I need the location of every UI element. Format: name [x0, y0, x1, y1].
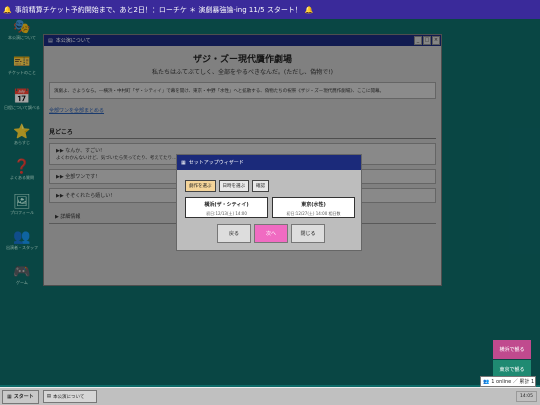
venue-options: 横浜(ザ・シティイ) 初日:12/13(土) 14:00 東京(水性) 初日:1…: [185, 197, 361, 218]
window-icon: ▤: [46, 394, 52, 399]
bell-icon: 🔔: [3, 5, 12, 14]
clock: 14:05: [516, 391, 537, 402]
setup-wizard-dialog: ▦ セットアップウィザード 劇作を選ぶ 日時を選ぶ 確認 横浜(ザ・シティイ) …: [176, 154, 362, 251]
tab-select-date[interactable]: 日時を選ぶ: [218, 180, 249, 192]
top-marquee: 🔔 事前精算チケット予約開始まで、あと2日！：ローチケ ＊ 演劇暴強論-ing …: [0, 0, 540, 19]
taskbar: ▦ スタート ▤ 本公演について 14:05: [0, 387, 540, 405]
venue-option-yokohama[interactable]: 横浜(ザ・シティイ) 初日:12/13(土) 14:00: [185, 197, 268, 218]
tab-select-play[interactable]: 劇作を選ぶ: [185, 180, 216, 192]
wizard-steps: 劇作を選ぶ 日時を選ぶ 確認: [185, 180, 361, 192]
venue-option-tokyo[interactable]: 東京(水性) 初日:12/27(土) 14:00 相日数: [272, 197, 355, 218]
dialog-title: セットアップウィザード: [188, 160, 244, 166]
taskbar-item-about[interactable]: ▤ 本公演について: [42, 390, 97, 403]
dialog-buttons: 戻る 次へ 閉じる: [217, 224, 361, 243]
next-button[interactable]: 次へ: [254, 224, 288, 243]
marquee-text: 事前精算チケット予約開始まで、あと2日！：ローチケ ＊ 演劇暴強論-ing 11…: [14, 5, 302, 14]
bell-icon: 🔔: [304, 5, 314, 14]
close-button[interactable]: 閉じる: [291, 224, 325, 243]
start-button[interactable]: ▦ スタート: [2, 389, 39, 404]
back-button[interactable]: 戻る: [217, 224, 251, 243]
online-counter: 👥 1 online ／ 累計 1: [480, 376, 536, 387]
tab-confirm[interactable]: 確認: [252, 180, 269, 192]
people-icon: 👥: [483, 378, 490, 385]
watch-yokohama-button[interactable]: 横浜で観る: [493, 340, 531, 359]
wizard-icon: ▦: [181, 159, 186, 166]
dialog-titlebar[interactable]: ▦ セットアップウィザード: [177, 155, 361, 170]
windows-logo-icon: ▦: [7, 393, 12, 400]
